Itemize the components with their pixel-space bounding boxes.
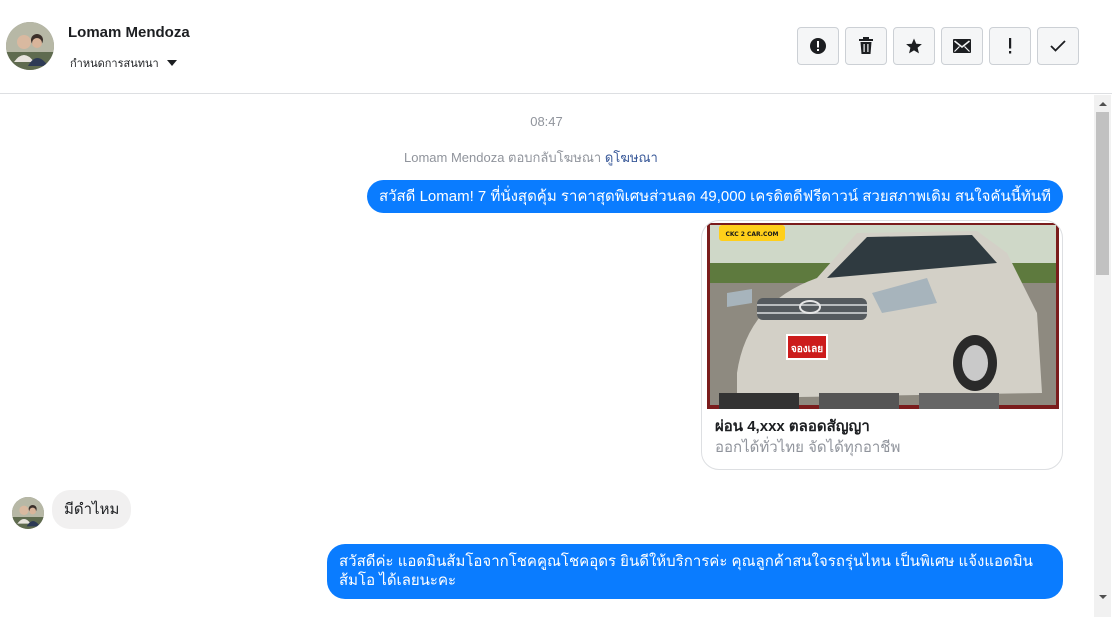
important-button[interactable] [989,27,1031,65]
contact-avatar[interactable] [6,22,54,70]
ad-card[interactable]: จองเลย CKC 2 CAR.COM ผ่อน 4,xxx ตลอดสัญญ… [701,220,1063,470]
outgoing-message[interactable]: สวัสดี Lomam! 7 ที่นั่งสุดคุ้ม ราคาสุดพิ… [366,180,1063,213]
ad-reply-note: Lomam Mendoza ตอบกลับโฆษณา ดูโฆษณา [404,147,658,168]
message-timestamp: 08:47 [530,114,563,129]
envelope-icon [953,39,971,53]
mark-unread-button[interactable] [941,27,983,65]
mark-done-button[interactable] [1037,27,1079,65]
thread-scrollbar[interactable] [1094,95,1111,617]
conversation-settings-label: กำหนดการสนทนา [70,58,159,70]
message-thread[interactable]: 08:47 Lomam Mendoza ตอบกลับโฆษณา ดูโฆษณา… [0,95,1093,617]
contact-avatar-small [12,497,44,529]
trash-icon [859,37,873,54]
report-icon [810,38,826,54]
star-icon [906,38,922,54]
caret-down-icon [166,60,177,66]
delete-button[interactable] [845,27,887,65]
scrollbar-thumb[interactable] [1096,112,1109,275]
ad-badge-text: CKC 2 CAR.COM [725,231,778,238]
conversation-header: Lomam Mendoza กำหนดการสนทนา [0,0,1112,94]
contact-name: Lomam Mendoza [68,24,190,41]
ad-reply-text: Lomam Mendoza ตอบกลับโฆษณา [404,150,602,165]
report-button[interactable] [797,27,839,65]
scroll-down-button[interactable] [1094,588,1111,605]
arrow-down-icon [1098,594,1107,599]
outgoing-message-reply[interactable]: สวัสดีค่ะ แอดมินส้มโอจากโชคคูณโชคอุดร ยิ… [327,544,1063,599]
ad-card-subtitle: ออกได้ทั่วไทย จัดได้ทุกอาชีพ [715,439,901,456]
conversation-toolbar [797,27,1079,65]
view-ad-link[interactable]: ดูโฆษณา [605,150,658,165]
scroll-up-button[interactable] [1094,95,1111,112]
checkmark-icon [1050,40,1066,52]
arrow-up-icon [1098,101,1107,106]
ad-sticker-text: จองเลย [791,344,823,355]
exclamation-icon [1009,38,1012,54]
star-button[interactable] [893,27,935,65]
incoming-message[interactable]: มีดำไหม [52,490,132,529]
car-ad-image: จองเลย CKC 2 CAR.COM [707,223,1059,409]
conversation-settings-dropdown[interactable]: กำหนดการสนทนา [70,54,177,72]
